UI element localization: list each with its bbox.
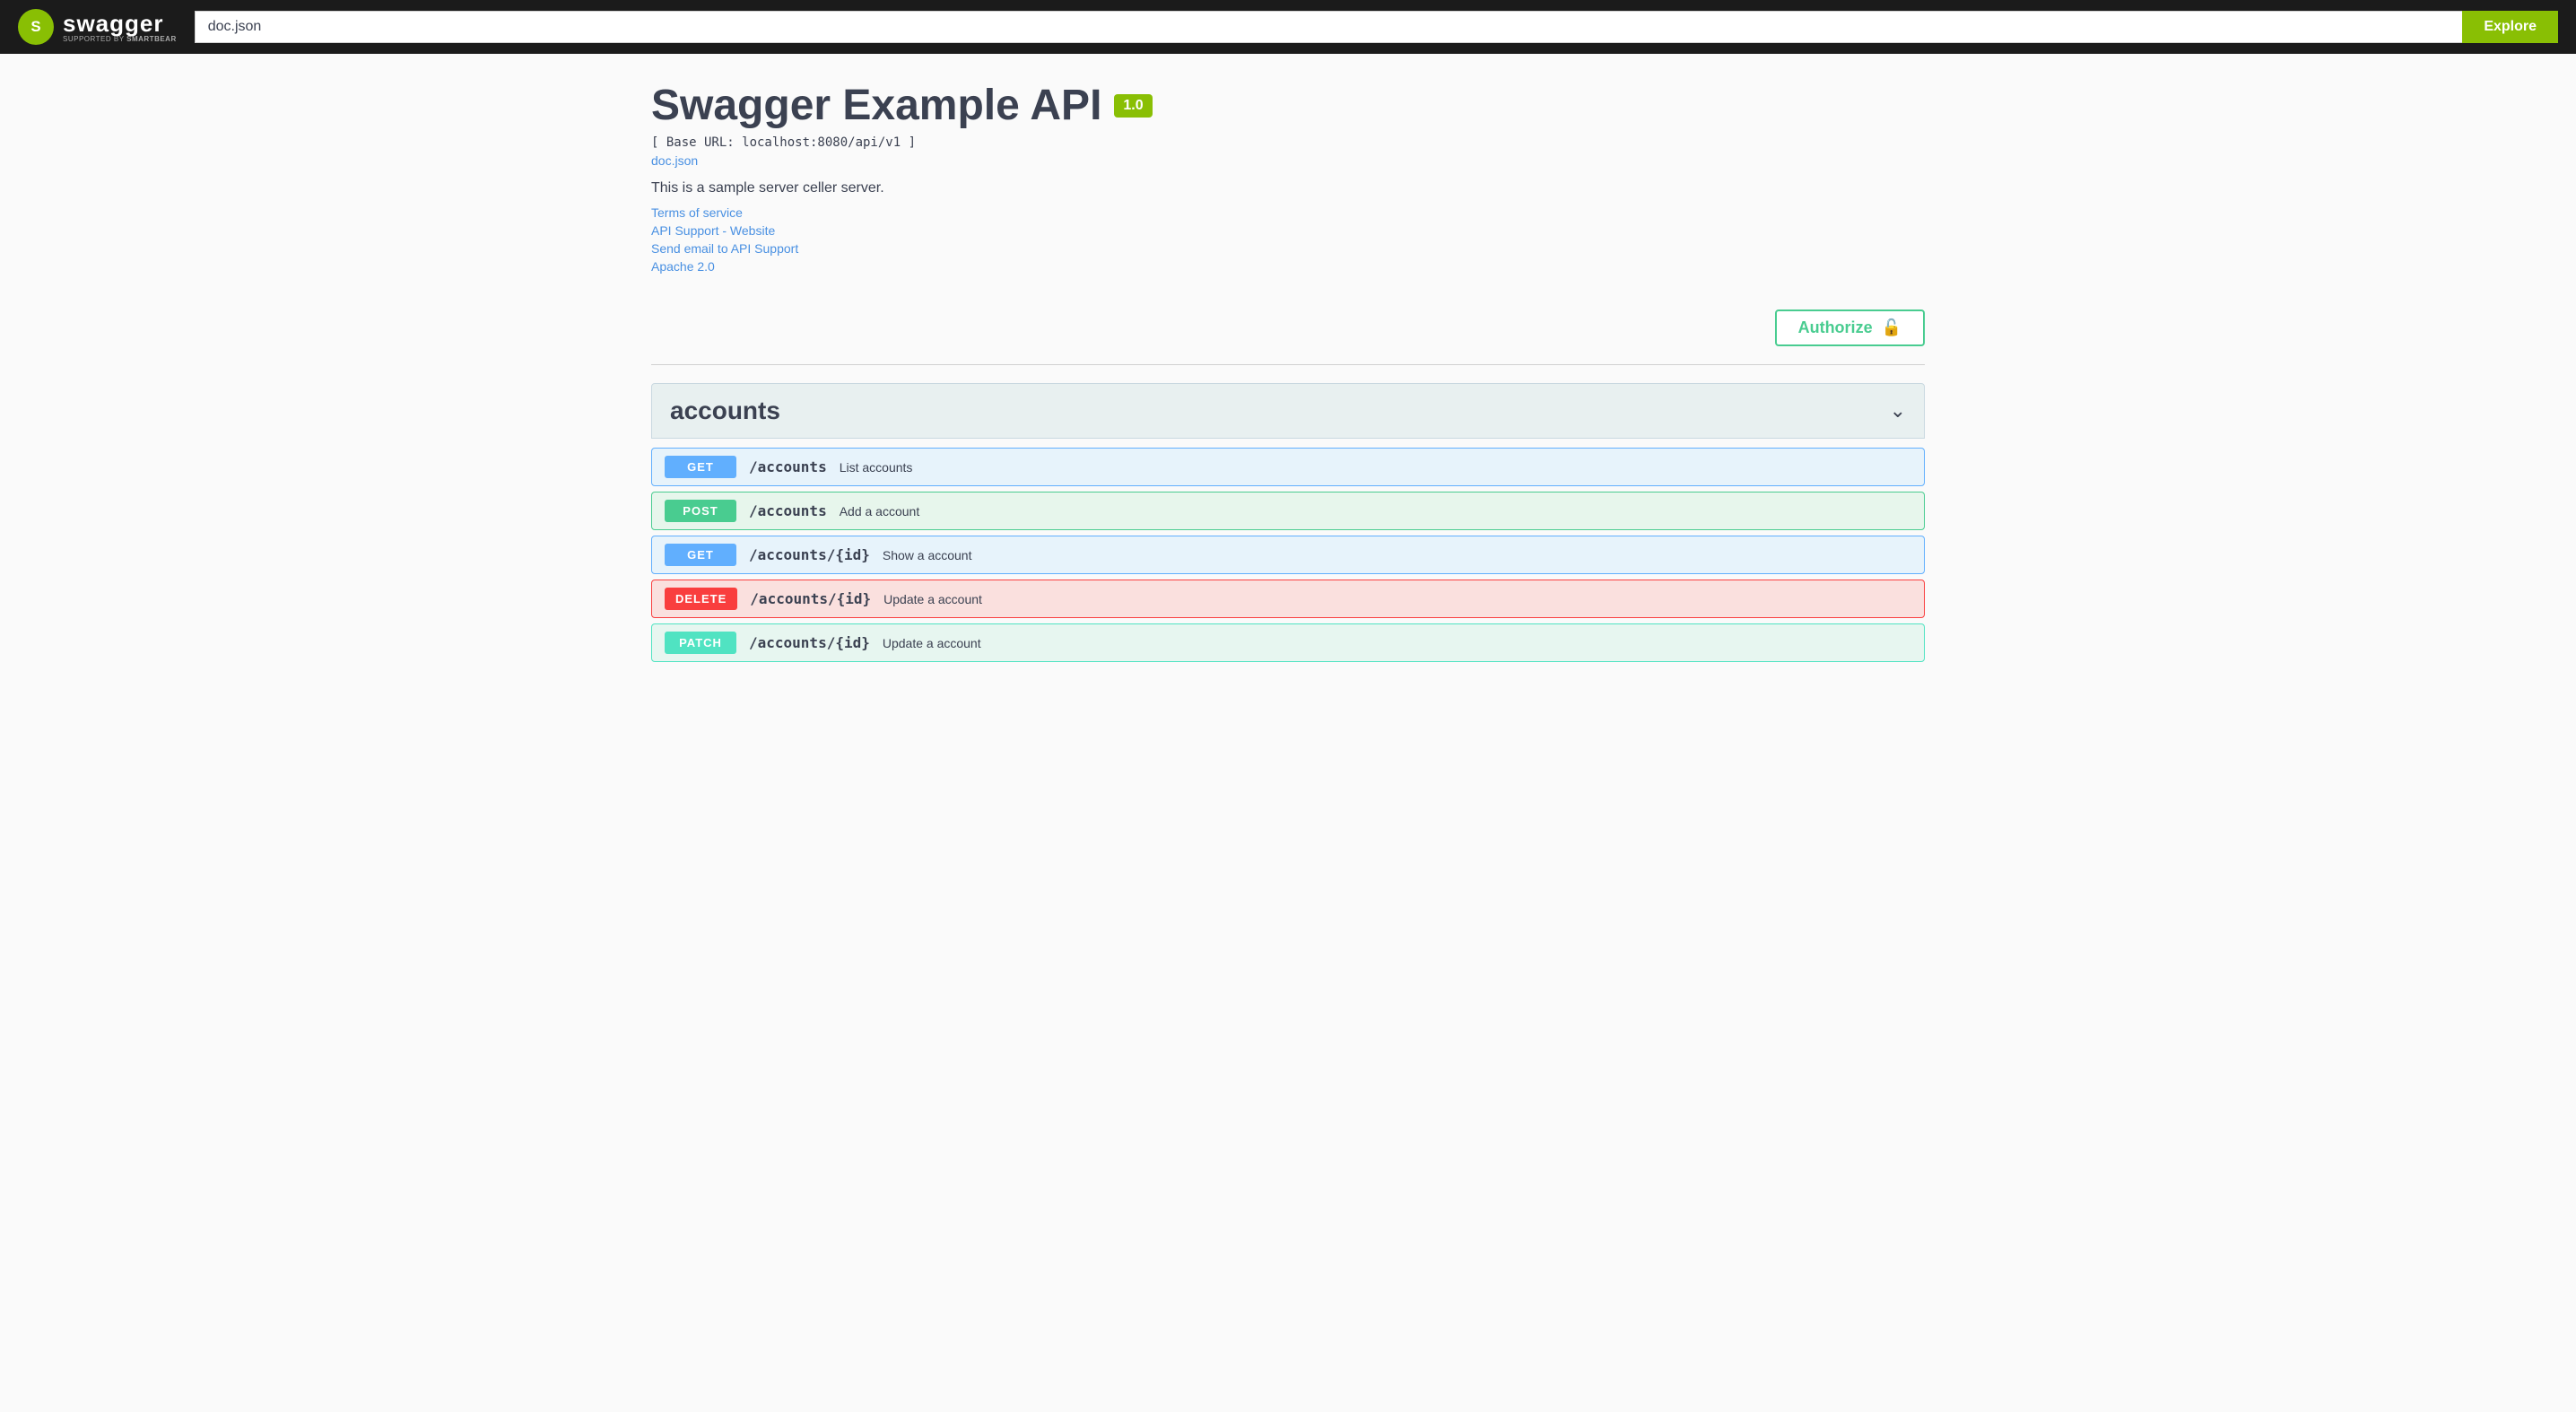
terms-of-service-link[interactable]: Terms of service	[651, 205, 1925, 220]
logo-text: swagger Supported by SMARTBEAR	[63, 12, 177, 43]
accounts-section-header[interactable]: accounts ⌄	[651, 383, 1925, 439]
explore-button[interactable]: Explore	[2462, 11, 2558, 43]
lock-icon: 🔓	[1882, 318, 1902, 337]
endpoint-description: List accounts	[840, 460, 913, 475]
method-badge-get: GET	[665, 544, 736, 566]
endpoint-path: /accounts	[749, 502, 827, 519]
swagger-logo-icon: S	[18, 9, 54, 45]
endpoint-path: /accounts/{id}	[749, 546, 870, 563]
method-badge-delete: DELETE	[665, 588, 737, 610]
accounts-section-title: accounts	[670, 397, 780, 425]
supported-by-label: Supported by SMARTBEAR	[63, 35, 177, 43]
base-url: [ Base URL: localhost:8080/api/v1 ]	[651, 135, 1925, 150]
api-title: Swagger Example API	[651, 81, 1101, 130]
api-title-row: Swagger Example API 1.0	[651, 81, 1925, 130]
method-badge-get: GET	[665, 456, 736, 478]
logo-area: S swagger Supported by SMARTBEAR	[18, 9, 177, 45]
api-support-website-link[interactable]: API Support - Website	[651, 223, 1925, 238]
endpoint-row[interactable]: GET /accounts List accounts	[651, 448, 1925, 486]
endpoint-path: /accounts/{id}	[749, 634, 870, 651]
version-badge: 1.0	[1114, 94, 1152, 118]
endpoint-row[interactable]: GET /accounts/{id} Show a account	[651, 536, 1925, 574]
authorize-area: Authorize 🔓	[651, 292, 1925, 365]
method-badge-post: POST	[665, 500, 736, 522]
send-email-link[interactable]: Send email to API Support	[651, 241, 1925, 256]
accounts-section: accounts ⌄ GET /accounts List accounts P…	[651, 383, 1925, 671]
app-header: S swagger Supported by SMARTBEAR Explore	[0, 0, 2576, 54]
method-badge-patch: PATCH	[665, 632, 736, 654]
endpoint-row[interactable]: POST /accounts Add a account	[651, 492, 1925, 530]
endpoint-description: Update a account	[883, 636, 981, 650]
api-info-section: Swagger Example API 1.0 [ Base URL: loca…	[651, 54, 1925, 292]
endpoint-description: Show a account	[883, 548, 972, 562]
svg-text:S: S	[30, 18, 40, 35]
doc-link[interactable]: doc.json	[651, 153, 1925, 168]
swagger-wordmark: swagger	[63, 12, 177, 35]
authorize-button-label: Authorize	[1798, 318, 1873, 337]
endpoint-row[interactable]: DELETE /accounts/{id} Update a account	[651, 580, 1925, 618]
authorize-button[interactable]: Authorize 🔓	[1775, 309, 1925, 346]
api-description: This is a sample server celler server.	[651, 180, 1925, 196]
main-content: Swagger Example API 1.0 [ Base URL: loca…	[633, 54, 1943, 671]
endpoint-row[interactable]: PATCH /accounts/{id} Update a account	[651, 623, 1925, 662]
endpoint-description: Add a account	[840, 504, 920, 519]
endpoint-description: Update a account	[883, 592, 982, 606]
endpoint-path: /accounts	[749, 458, 827, 475]
license-link[interactable]: Apache 2.0	[651, 259, 1925, 274]
endpoint-path: /accounts/{id}	[750, 590, 871, 607]
search-input[interactable]	[195, 11, 2463, 43]
endpoint-list: GET /accounts List accounts POST /accoun…	[651, 439, 1925, 671]
search-area: Explore	[195, 11, 2558, 43]
chevron-down-icon: ⌄	[1890, 399, 1906, 423]
